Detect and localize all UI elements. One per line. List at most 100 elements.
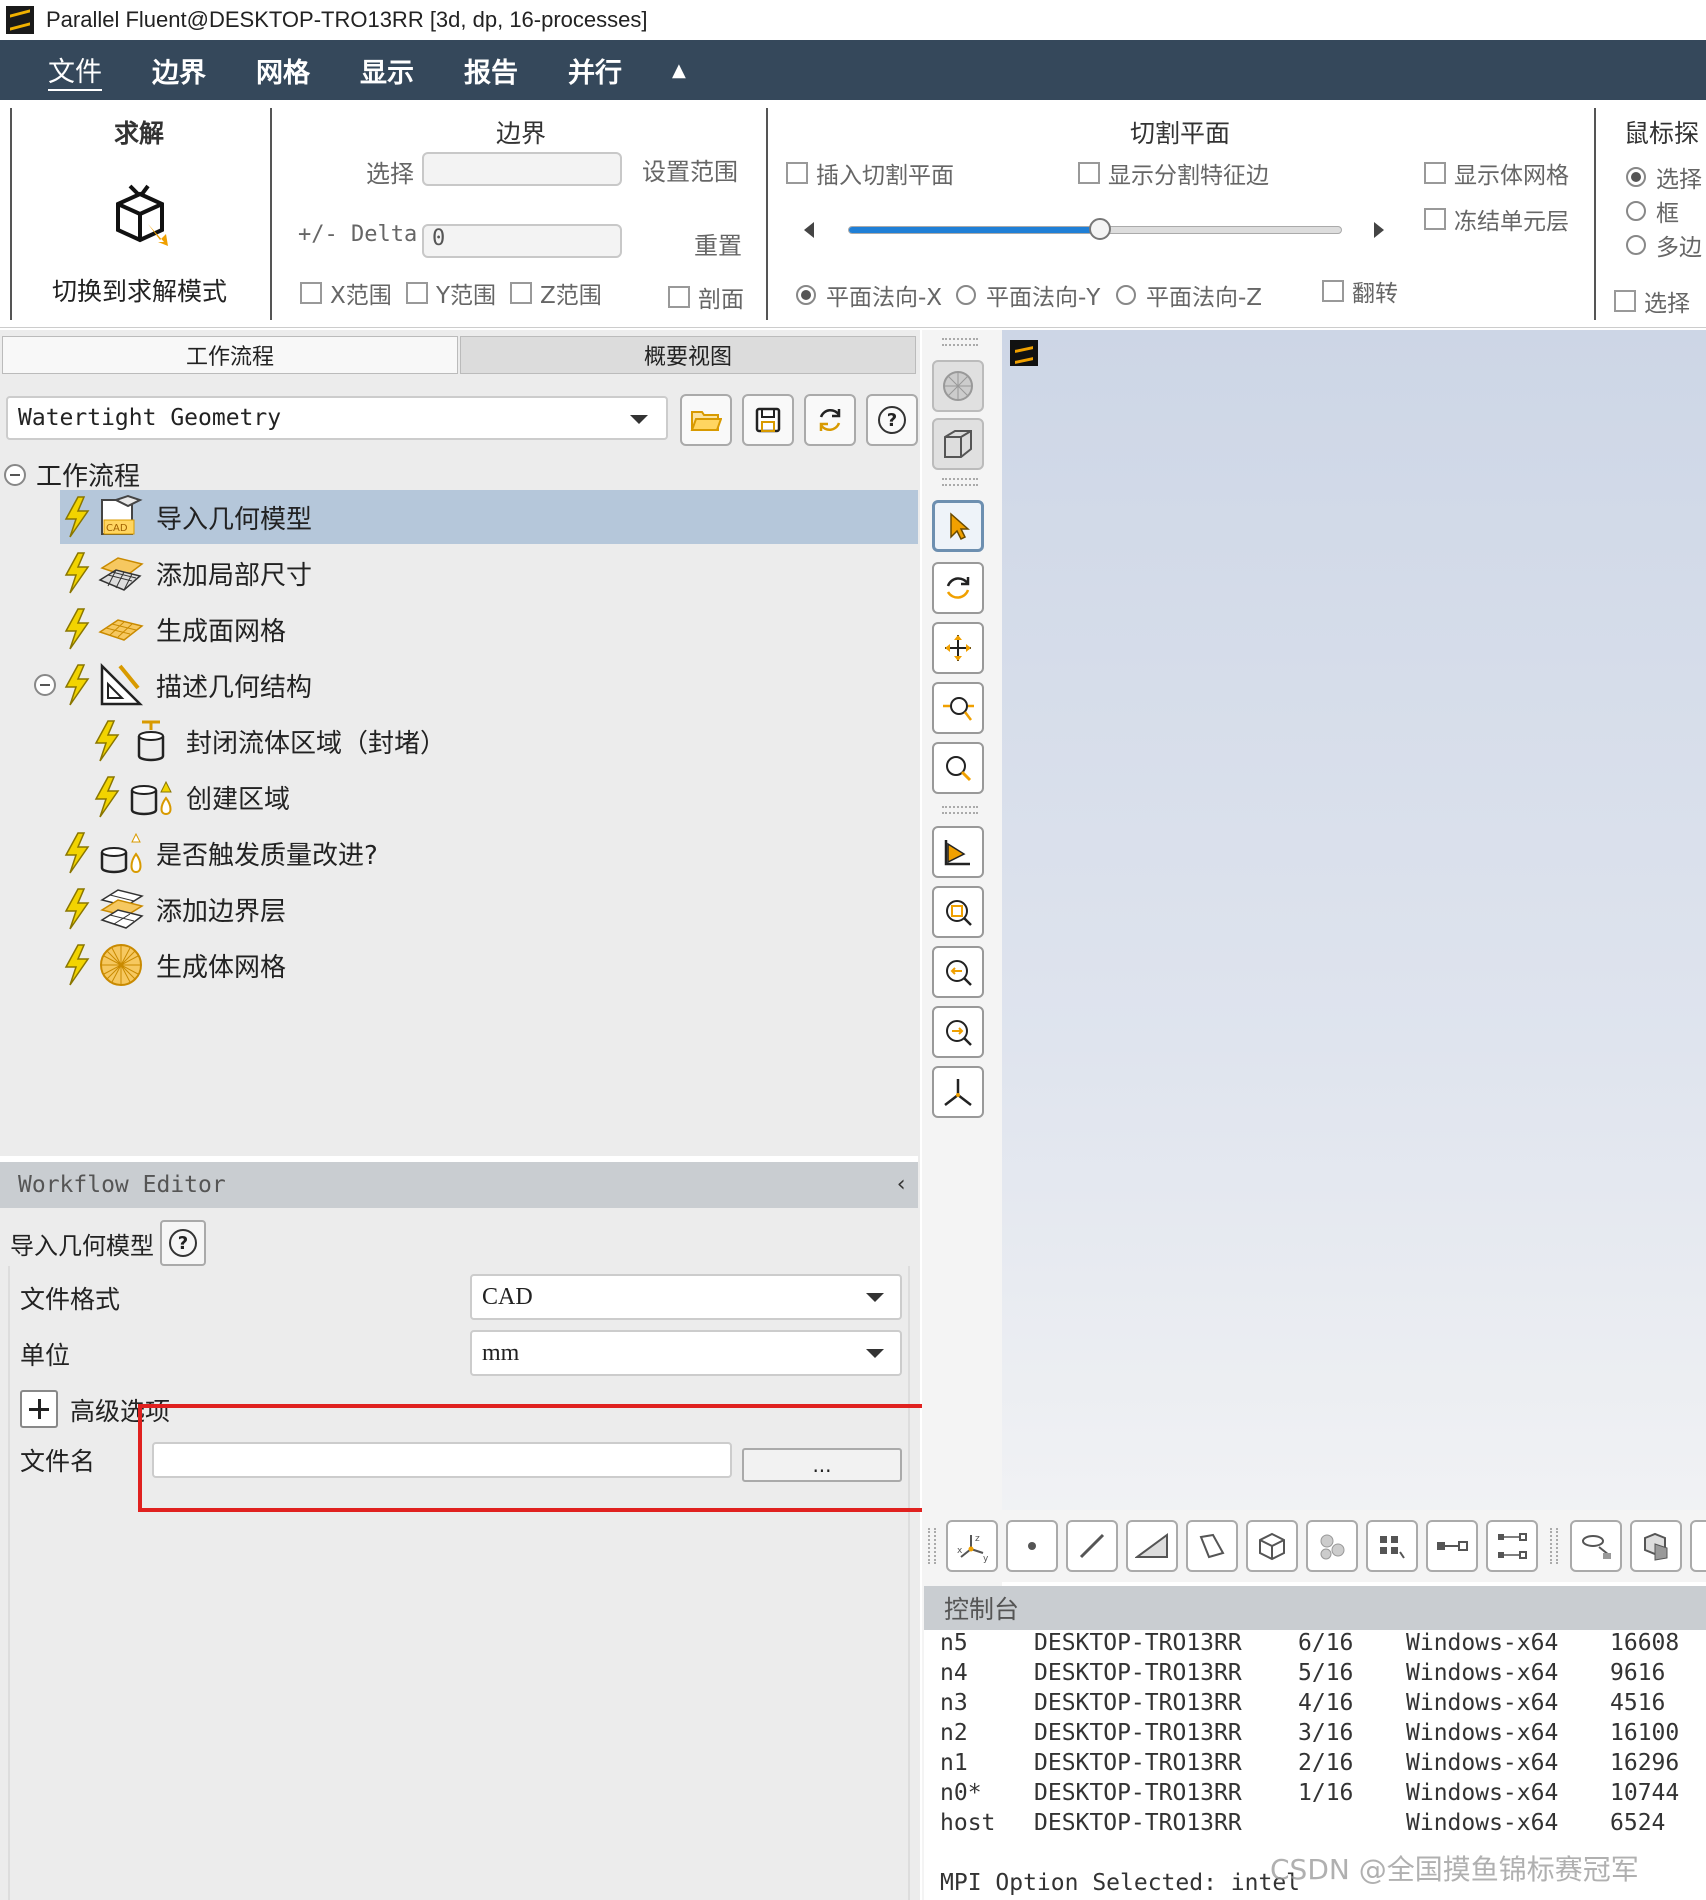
object-select-button[interactable] xyxy=(1630,1520,1682,1572)
plane-normal-y-radio[interactable]: 平面法向-Y xyxy=(956,278,1100,312)
multi-select-button[interactable] xyxy=(1366,1520,1418,1572)
console-title: 控制台 xyxy=(944,1595,1020,1624)
ribbon-group-solve: 求解 切换到求解模式 xyxy=(12,108,270,320)
menu-parallel[interactable]: 并行 xyxy=(568,51,622,90)
workflow-type-dropdown[interactable]: Watertight Geometry xyxy=(6,396,668,440)
set-range-button[interactable]: 设置范围 xyxy=(642,152,738,187)
body-select-button[interactable] xyxy=(1306,1520,1358,1572)
cut-plane-slider[interactable] xyxy=(848,218,1342,240)
y-range-checkbox[interactable]: Y范围 xyxy=(406,276,496,310)
lightning-bolt-icon xyxy=(64,832,90,874)
face-select-button[interactable] xyxy=(1126,1520,1178,1572)
rotate-button[interactable] xyxy=(932,562,984,614)
view-cube-button[interactable] xyxy=(932,418,984,470)
zoom-in-out-button[interactable] xyxy=(932,682,984,734)
xyz-select-button[interactable]: z x y xyxy=(946,1520,998,1572)
unit-dropdown[interactable]: mm xyxy=(470,1330,902,1376)
plane-normal-x-radio[interactable]: 平面法向-X xyxy=(796,278,942,312)
tree-root-workflow[interactable]: 工作流程 xyxy=(4,456,140,493)
file-format-dropdown[interactable]: CAD xyxy=(470,1274,902,1320)
open-workflow-button[interactable] xyxy=(680,394,732,446)
probe-box-radio[interactable]: 框 xyxy=(1626,194,1679,228)
slider-left-arrow-icon[interactable] xyxy=(804,222,814,238)
svg-text:y: y xyxy=(983,1554,989,1563)
fit-view-button[interactable] xyxy=(932,826,984,878)
cell-select-button[interactable] xyxy=(1246,1520,1298,1572)
tree-item-local-sizing[interactable]: 添加局部尺寸 xyxy=(60,546,312,600)
caret-up-icon[interactable]: ▲ xyxy=(672,60,686,81)
reset-button[interactable]: 重置 xyxy=(694,226,742,261)
toolbar-grip[interactable] xyxy=(942,806,978,814)
boundary-select-input[interactable] xyxy=(422,152,622,186)
revert-workflow-button[interactable] xyxy=(804,394,856,446)
tree-item-quality-improvement[interactable]: 是否触发质量改进? xyxy=(60,826,378,880)
flip-checkbox[interactable]: 翻转 xyxy=(1322,274,1398,308)
collapse-icon[interactable] xyxy=(4,463,26,486)
probe-select-checkbox[interactable]: 选择 xyxy=(1614,284,1690,318)
toolbar-grip[interactable] xyxy=(1550,1528,1558,1564)
section-checkbox[interactable]: 剖面 xyxy=(668,280,744,314)
menu-mesh[interactable]: 网格 xyxy=(256,51,310,90)
chevron-down-icon xyxy=(866,1293,884,1302)
plane-normal-z-radio[interactable]: 平面法向-Z xyxy=(1116,278,1262,312)
pan-button[interactable] xyxy=(932,622,984,674)
menu-file[interactable]: 文件 xyxy=(48,50,102,91)
task-help-button[interactable]: ? xyxy=(160,1220,206,1266)
probe-button[interactable] xyxy=(1570,1520,1622,1572)
save-workflow-button[interactable] xyxy=(742,394,794,446)
lightning-bolt-icon xyxy=(64,664,90,706)
zoom-box-button[interactable] xyxy=(932,742,984,794)
z-range-checkbox[interactable]: Z范围 xyxy=(510,276,602,310)
menu-report[interactable]: 报告 xyxy=(464,51,518,90)
edge-select-button[interactable] xyxy=(1066,1520,1118,1572)
zoom-previous-button[interactable] xyxy=(932,946,984,998)
tree-item-surface-mesh[interactable]: 生成面网格 xyxy=(60,602,286,656)
rotate-icon xyxy=(946,577,970,599)
show-volume-mesh-checkbox[interactable]: 显示体网格 xyxy=(1424,156,1569,190)
toolbar-grip[interactable] xyxy=(942,338,978,346)
slider-right-arrow-icon[interactable] xyxy=(1374,222,1384,238)
tree-item-volume-mesh[interactable]: 生成体网格 xyxy=(60,938,286,992)
expand-advanced-button[interactable] xyxy=(20,1390,58,1428)
chevron-left-icon[interactable]: ‹ xyxy=(895,1172,908,1197)
axis-orient-button[interactable] xyxy=(932,1066,984,1118)
sphere-mesh-icon xyxy=(943,371,973,401)
tree-item-cap-fluid-region[interactable]: 封闭流体区域（封堵） xyxy=(90,714,446,768)
tree-item-import-geometry[interactable]: CAD 导入几何模型 xyxy=(60,490,918,544)
zoom-next-button[interactable] xyxy=(932,1006,984,1058)
tab-workflow[interactable]: 工作流程 xyxy=(2,336,458,374)
probe-select-radio[interactable]: 选择 xyxy=(1626,160,1702,194)
group-select-button[interactable] xyxy=(1486,1520,1538,1572)
probe-polygon-radio[interactable]: 多边 xyxy=(1626,228,1702,262)
zone-select-button[interactable] xyxy=(1186,1520,1238,1572)
tree-item-describe-geometry[interactable]: 描述几何结构 xyxy=(60,658,312,712)
zoom-to-fit-button[interactable] xyxy=(932,886,984,938)
switch-to-solve-button[interactable]: 切换到求解模式 xyxy=(12,158,270,318)
cubes-icon xyxy=(1644,1532,1668,1561)
freeze-cell-layer-checkbox[interactable]: 冻结单元层 xyxy=(1424,202,1569,236)
menu-display[interactable]: 显示 xyxy=(360,51,414,90)
ribbon-group-title: 求解 xyxy=(114,119,165,148)
mesh-display-button[interactable] xyxy=(932,360,984,412)
select-pointer-button[interactable] xyxy=(932,500,984,552)
zoom-arrows-icon xyxy=(943,697,974,721)
menu-boundary[interactable]: 边界 xyxy=(152,51,206,90)
collapse-icon[interactable] xyxy=(34,674,56,696)
x-range-checkbox[interactable]: X范围 xyxy=(300,276,392,310)
more-tools-button[interactable] xyxy=(1690,1520,1706,1572)
show-feature-edges-checkbox[interactable]: 显示分割特征边 xyxy=(1078,156,1269,190)
insert-cut-plane-checkbox[interactable]: 插入切割平面 xyxy=(786,156,954,190)
tree-item-create-regions[interactable]: 创建区域 xyxy=(90,770,290,824)
connect-select-button[interactable] xyxy=(1426,1520,1478,1572)
ribbon-divider xyxy=(270,108,272,320)
toolbar-grip[interactable] xyxy=(942,478,978,486)
slider-thumb[interactable] xyxy=(1088,218,1111,240)
tree-item-boundary-layers[interactable]: 添加边界层 xyxy=(60,882,286,936)
node-select-button[interactable] xyxy=(1006,1520,1058,1572)
toolbar-grip[interactable] xyxy=(928,1528,936,1564)
graphics-viewport[interactable] xyxy=(1002,330,1706,1520)
workflow-help-button[interactable]: ? xyxy=(866,394,918,446)
delta-input[interactable]: 0 xyxy=(422,224,622,258)
boundary-layer-icon xyxy=(100,889,144,929)
tab-outline-view[interactable]: 概要视图 xyxy=(460,336,916,374)
